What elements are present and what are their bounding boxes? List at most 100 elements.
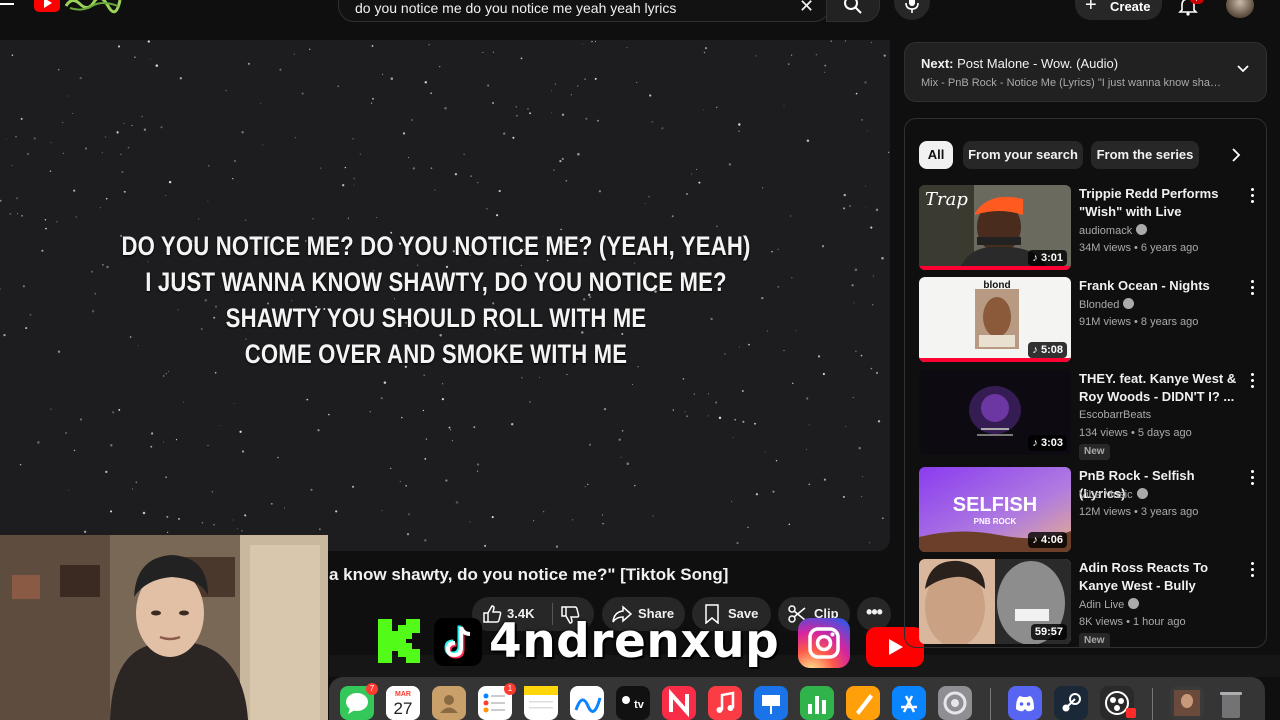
up-next-card[interactable]: Next: Post Malone - Wow. (Audio) Mix - P…: [904, 42, 1267, 102]
video-title[interactable]: Trippie Redd Performs "Wish" with Live O…: [1079, 185, 1241, 221]
search-button[interactable]: [826, 0, 880, 22]
discord-app-icon[interactable]: [1008, 686, 1042, 720]
star-dot: [241, 530, 243, 532]
star-dot: [57, 68, 60, 71]
keynote-app-icon[interactable]: [754, 686, 788, 720]
freeform-app-icon[interactable]: [570, 686, 604, 720]
star-dot: [380, 397, 383, 400]
more-options-icon[interactable]: [1249, 470, 1255, 486]
star-dot: [401, 416, 403, 419]
star-dot: [855, 92, 858, 95]
steam-app-icon[interactable]: [1054, 686, 1088, 720]
star-dot: [703, 51, 706, 54]
list-item[interactable]: Trap ♪ 3:01 Trippie Redd Performs "Wish"…: [919, 185, 1259, 271]
channel-name[interactable]: Blonded: [1079, 298, 1135, 311]
star-dot: [871, 303, 874, 306]
video-title[interactable]: Adin Ross Reacts To Kanye West - Bully: [1079, 559, 1241, 595]
video-thumbnail[interactable]: Trap ♪ 3:01: [919, 185, 1071, 270]
search-box[interactable]: do you notice me do you notice me yeah y…: [338, 0, 830, 22]
news-app-icon[interactable]: [662, 686, 696, 720]
star-dot: [105, 470, 108, 474]
more-options-icon[interactable]: [1249, 280, 1255, 296]
list-item[interactable]: blond ♪ 5:08 Frank Ocean - Nights Blonde…: [919, 277, 1259, 363]
webcam-image: [0, 535, 328, 720]
star-dot: [672, 409, 675, 411]
youtube-logo[interactable]: [34, 0, 60, 12]
video-title[interactable]: THEY. feat. Kanye West & Roy Woods - DID…: [1079, 370, 1241, 406]
menu-icon[interactable]: [0, 0, 14, 16]
more-options-icon[interactable]: [1249, 562, 1255, 578]
chevron-down-icon[interactable]: [1235, 61, 1251, 77]
list-item[interactable]: SELFISH PNB ROCK ♪ 4:06 PnB Rock - Selfi…: [919, 467, 1259, 553]
star-dot: [33, 137, 36, 140]
video-thumbnail[interactable]: 59:57: [919, 559, 1071, 644]
more-options-icon[interactable]: [1249, 373, 1255, 389]
channel-name[interactable]: Adin Live: [1079, 598, 1140, 611]
star-dot: [424, 457, 427, 460]
duration-badge: ♪ 4:06: [1028, 532, 1067, 548]
webcam-feed: [0, 535, 328, 720]
app-store-icon[interactable]: [892, 686, 926, 720]
star-dot: [783, 105, 785, 107]
star-dot: [707, 393, 709, 395]
chip-from-your-search[interactable]: From your search: [963, 141, 1083, 169]
trash-icon[interactable]: [1214, 686, 1248, 720]
star-dot: [342, 184, 345, 187]
channel-name[interactable]: EscobarrBeats: [1079, 409, 1151, 421]
video-thumbnail[interactable]: blond ♪ 5:08: [919, 277, 1071, 362]
star-dot: [245, 219, 247, 221]
channel-name[interactable]: audiomack: [1079, 224, 1148, 237]
more-actions-button[interactable]: •••: [857, 597, 891, 631]
list-item[interactable]: ♪ 3:03 THEY. feat. Kanye West & Roy Wood…: [919, 370, 1259, 460]
star-dot: [588, 443, 592, 446]
list-item[interactable]: 59:57 Adin Ross Reacts To Kanye West - B…: [919, 559, 1259, 647]
star-dot: [718, 416, 722, 420]
star-dot: [448, 426, 451, 429]
notes-app-icon[interactable]: [524, 686, 558, 720]
star-dot: [135, 481, 138, 484]
more-options-icon[interactable]: [1249, 188, 1255, 204]
top-bar: do you notice me do you notice me yeah y…: [0, 0, 1280, 24]
chip-all[interactable]: All: [919, 141, 953, 169]
star-dot: [845, 425, 847, 427]
instagram-logo-icon: [798, 618, 850, 668]
video-title[interactable]: Frank Ocean - Nights: [1079, 277, 1241, 295]
star-dot: [808, 483, 811, 486]
voice-search-button[interactable]: [894, 0, 930, 20]
video-thumbnail[interactable]: SELFISH PNB ROCK ♪ 4:06: [919, 467, 1071, 552]
star-dot: [682, 378, 685, 380]
chevron-right-icon[interactable]: [1227, 146, 1245, 164]
star-dot: [790, 54, 793, 56]
video-thumbnail[interactable]: ♪ 3:03: [919, 370, 1071, 455]
messages-badge: 7: [366, 683, 378, 695]
star-dot: [123, 123, 125, 124]
apple-tv-app-icon[interactable]: tv: [616, 686, 650, 720]
contacts-app-icon[interactable]: [432, 686, 466, 720]
clear-search-icon[interactable]: ✕: [799, 0, 814, 17]
recent-document-thumbnail[interactable]: [1170, 686, 1204, 720]
lyrics-overlay: DO YOU NOTICE ME? DO YOU NOTICE ME? (YEA…: [0, 228, 872, 372]
search-input[interactable]: do you notice me do you notice me yeah y…: [355, 0, 676, 16]
star-dot: [754, 422, 756, 425]
star-dot: [620, 456, 622, 458]
star-dot: [477, 181, 479, 184]
calendar-app-icon[interactable]: MAR 27: [386, 686, 420, 720]
numbers-app-icon[interactable]: [800, 686, 834, 720]
music-app-icon[interactable]: [708, 686, 742, 720]
star-dot: [747, 526, 749, 529]
channel-label: audiomack: [1079, 225, 1133, 237]
create-button[interactable]: + Create: [1075, 0, 1162, 20]
pages-app-icon[interactable]: [846, 686, 880, 720]
star-dot: [788, 523, 791, 526]
star-dot: [844, 40, 847, 42]
star-dot: [731, 500, 733, 502]
channel-name[interactable]: Vibe Music: [1079, 488, 1148, 501]
star-dot: [142, 511, 146, 515]
account-avatar[interactable]: [1226, 0, 1254, 18]
star-dot: [165, 476, 167, 479]
chip-from-the-series[interactable]: From the series: [1091, 141, 1199, 169]
video-player[interactable]: DO YOU NOTICE ME? DO YOU NOTICE ME? (YEA…: [0, 40, 890, 551]
star-dot: [376, 217, 378, 219]
system-settings-icon[interactable]: [938, 686, 972, 720]
star-dot: [868, 542, 871, 544]
